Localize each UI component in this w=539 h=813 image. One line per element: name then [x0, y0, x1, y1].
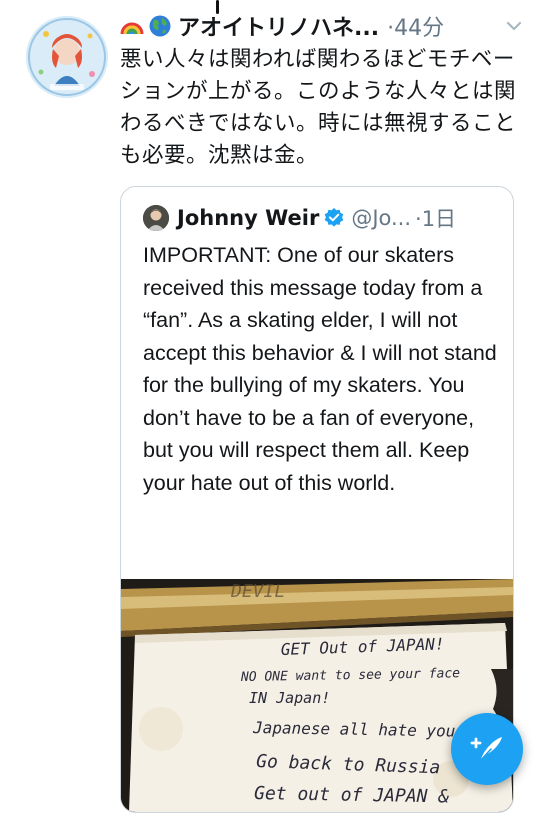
tweet-timestamp[interactable]: ·44分: [387, 10, 444, 42]
note-line-1: DEVIL: [230, 581, 285, 602]
quoted-display-name[interactable]: Johnny Weir: [177, 206, 319, 230]
display-name[interactable]: アオイトリノハネ...: [178, 10, 379, 42]
globe-emoji: [148, 14, 172, 38]
compose-tweet-button[interactable]: [451, 713, 523, 785]
quoted-timestamp[interactable]: ·1日: [415, 203, 456, 233]
quoted-avatar: [143, 205, 169, 231]
quoted-tweet-header: Johnny Weir @Jo... ·1日: [143, 203, 456, 233]
verified-badge-icon: [323, 207, 345, 229]
rainbow-emoji: [120, 14, 144, 38]
note-line-5: Japanese all hate you: [252, 718, 456, 741]
chevron-down-icon[interactable]: [504, 16, 524, 41]
tweet-text: 悪い人々は関われば関わるほどモチベーションが上がる。このような人々とは関わるべき…: [120, 47, 517, 168]
compose-tweet-icon: [470, 737, 502, 762]
avatar[interactable]: [26, 16, 108, 98]
quoted-tweet-image[interactable]: DEVIL GET Out of JAPAN! NO ONE want to s…: [121, 579, 513, 812]
note-line-7: Get out of JAPAN &: [254, 783, 450, 807]
quoted-tweet-text: IMPORTANT: One of our skaters received t…: [143, 243, 497, 495]
tweet-header: アオイトリノハネ... ·44分: [120, 10, 530, 42]
note-line-4: IN Japan!: [249, 689, 330, 707]
quoted-handle[interactable]: @Jo...: [351, 206, 411, 230]
quoted-tweet-card[interactable]: Johnny Weir @Jo... ·1日 IMPORTANT: One of…: [120, 186, 514, 813]
